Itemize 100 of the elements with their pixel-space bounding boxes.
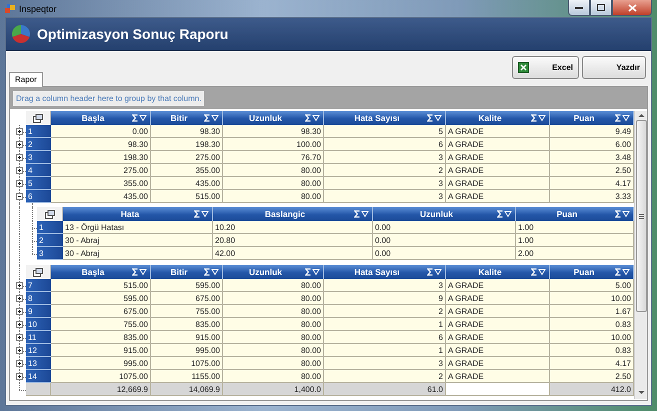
column-header[interactable]: Baslangic: [213, 207, 373, 221]
scrollbar-thumb[interactable]: [636, 120, 646, 312]
table-cell: 595.00: [51, 292, 151, 305]
print-button[interactable]: Yazdır: [582, 56, 646, 79]
sum-filter-icon[interactable]: [427, 114, 442, 122]
column-header[interactable]: Puan: [550, 265, 634, 279]
expand-icon[interactable]: [16, 180, 23, 187]
excel-button[interactable]: Excel: [512, 56, 579, 79]
table-cell: A GRADE: [446, 344, 550, 357]
column-chooser-icon[interactable]: [44, 210, 54, 218]
row-header[interactable]: 13: [26, 357, 51, 370]
scrollbar[interactable]: [634, 111, 647, 399]
sum-filter-icon[interactable]: [531, 268, 546, 276]
close-button[interactable]: [612, 0, 652, 16]
row-header[interactable]: 2: [26, 138, 51, 151]
table-cell: 0.83: [550, 344, 634, 357]
scroll-up-icon[interactable]: [638, 113, 644, 118]
table-cell: A GRADE: [446, 138, 550, 151]
table-cell: 2.00: [516, 247, 634, 260]
sum-filter-icon[interactable]: [531, 114, 546, 122]
row-header[interactable]: 10: [26, 318, 51, 331]
table-cell: 3: [324, 177, 446, 190]
column-header[interactable]: Uzunluk: [223, 111, 324, 125]
row-header[interactable]: 3: [37, 247, 63, 260]
sum-filter-icon[interactable]: [305, 114, 320, 122]
column-header[interactable]: Hata Sayısı: [324, 111, 446, 125]
sum-filter-icon[interactable]: [615, 268, 630, 276]
row-header[interactable]: 8: [26, 292, 51, 305]
table-cell: 80.00: [223, 305, 324, 318]
expand-icon[interactable]: [16, 308, 23, 315]
row-header[interactable]: 9: [26, 305, 51, 318]
collapse-icon[interactable]: [16, 193, 23, 200]
row-header[interactable]: 6: [26, 190, 51, 203]
column-header[interactable]: Puan: [516, 207, 634, 221]
sum-filter-icon[interactable]: [204, 268, 219, 276]
expand-icon[interactable]: [16, 282, 23, 289]
table-cell: A GRADE: [446, 177, 550, 190]
column-header[interactable]: Bitir: [151, 265, 223, 279]
table-cell: A GRADE: [446, 279, 550, 292]
row-header[interactable]: 1: [26, 125, 51, 138]
expand-icon[interactable]: [16, 295, 23, 302]
sum-filter-icon[interactable]: [497, 210, 512, 218]
scroll-down-icon[interactable]: [638, 390, 644, 395]
table-cell: 5: [324, 125, 446, 138]
row-header[interactable]: 12: [26, 344, 51, 357]
column-header[interactable]: Kalite: [446, 111, 550, 125]
table-cell: 3: [324, 151, 446, 164]
minimize-button[interactable]: [568, 0, 590, 16]
sum-filter-icon[interactable]: [615, 114, 630, 122]
sum-filter-icon[interactable]: [615, 210, 630, 218]
expand-icon[interactable]: [16, 321, 23, 328]
expand-icon[interactable]: [16, 154, 23, 161]
row-header[interactable]: 2: [37, 234, 63, 247]
sum-filter-icon[interactable]: [427, 268, 442, 276]
sum-filter-icon[interactable]: [132, 114, 147, 122]
column-chooser-icon[interactable]: [33, 268, 43, 276]
table-cell: 1.67: [550, 305, 634, 318]
table-cell: 6.00: [550, 138, 634, 151]
maximize-button[interactable]: [590, 0, 612, 16]
expand-icon[interactable]: [16, 128, 23, 135]
group-hint: Drag a column header here to group by that column.: [13, 90, 204, 106]
column-header[interactable]: Başla: [51, 265, 151, 279]
expand-icon[interactable]: [16, 141, 23, 148]
row-header[interactable]: 14: [26, 370, 51, 383]
table-cell: 835.00: [51, 331, 151, 344]
sum-filter-icon[interactable]: [305, 268, 320, 276]
sum-filter-icon[interactable]: [354, 210, 369, 218]
column-header[interactable]: Başla: [51, 111, 151, 125]
expand-icon[interactable]: [16, 373, 23, 380]
column-header[interactable]: Uzunluk: [373, 207, 516, 221]
row-header[interactable]: 7: [26, 279, 51, 292]
column-header[interactable]: Hata: [63, 207, 213, 221]
sum-filter-icon[interactable]: [194, 210, 209, 218]
table-cell: 198.30: [151, 138, 223, 151]
column-header[interactable]: Puan: [550, 111, 634, 125]
expand-icon[interactable]: [16, 360, 23, 367]
minimize-icon: [575, 6, 583, 9]
sum-filter-icon[interactable]: [132, 268, 147, 276]
table-cell: 675.00: [151, 292, 223, 305]
expand-icon[interactable]: [16, 347, 23, 354]
column-header[interactable]: Bitir: [151, 111, 223, 125]
column-header[interactable]: Uzunluk: [223, 265, 324, 279]
row-header[interactable]: 4: [26, 164, 51, 177]
table-cell: 3: [324, 357, 446, 370]
column-header[interactable]: Hata Sayısı: [324, 265, 446, 279]
column-chooser-icon[interactable]: [33, 114, 43, 122]
row-header[interactable]: 1: [37, 221, 63, 234]
row-header[interactable]: 5: [26, 177, 51, 190]
expand-icon[interactable]: [16, 167, 23, 174]
table-cell: 3: [324, 279, 446, 292]
sum-filter-icon[interactable]: [204, 114, 219, 122]
table-cell: A GRADE: [446, 190, 550, 203]
tab[interactable]: Rapor: [9, 72, 43, 87]
column-header[interactable]: Kalite: [446, 265, 550, 279]
table-cell: 1.00: [516, 221, 634, 234]
row-header[interactable]: 11: [26, 331, 51, 344]
table-cell: 4.17: [550, 357, 634, 370]
row-header[interactable]: 3: [26, 151, 51, 164]
table-cell: 98.30: [51, 138, 151, 151]
expand-icon[interactable]: [16, 334, 23, 341]
